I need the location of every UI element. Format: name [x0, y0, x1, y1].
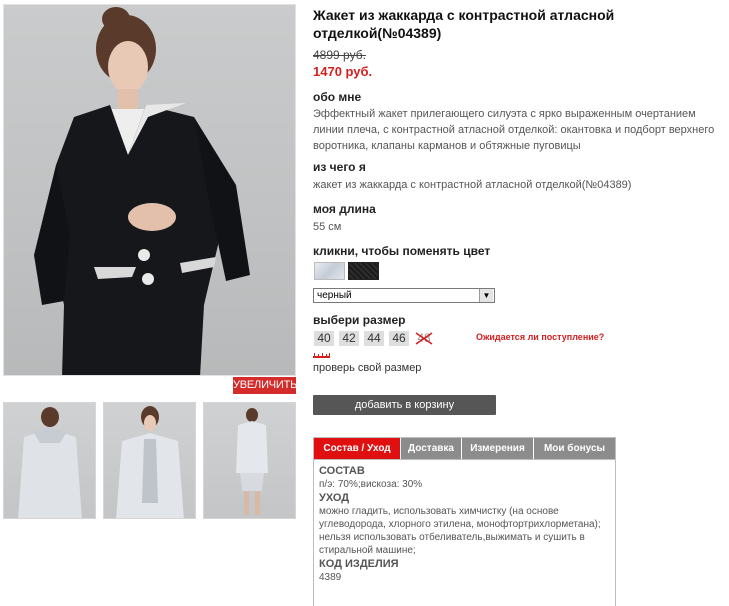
code-heading: КОД ИЗДЕЛИЯ — [319, 558, 399, 570]
thumbnail-back-view[interactable] — [3, 402, 96, 519]
tab-measurements[interactable]: Измерения — [462, 438, 534, 459]
about-text: Эффектный жакет прилегающего силуэта с я… — [313, 108, 715, 152]
color-select-value: черный — [317, 290, 352, 301]
length-heading: моя длина — [313, 202, 376, 216]
old-price: 4899 руб. — [313, 48, 366, 62]
ruler-icon — [313, 353, 330, 358]
size-option-48-unavailable: 48 — [414, 331, 434, 346]
color-swatch-silver[interactable] — [314, 262, 345, 280]
tab-composition-care[interactable]: Состав / Уход — [314, 438, 401, 459]
zoom-button[interactable]: УВЕЛИЧИТЬ — [233, 377, 297, 394]
code-value: 4389 — [319, 572, 342, 583]
add-to-cart-button[interactable]: добавить в корзину — [313, 395, 496, 415]
tab-bar: Состав / Уход Доставка Измерения Мои бон… — [314, 438, 615, 460]
size-option-46[interactable]: 46 — [389, 331, 409, 346]
thumbnail-full-length[interactable] — [203, 402, 296, 519]
tab-content: СОСТАВ п/э: 70%;вискоза: 30% УХОД можно … — [314, 460, 615, 588]
about-heading: обо мне — [313, 90, 362, 104]
length-text: 55 см — [313, 221, 342, 233]
color-swatch-black[interactable] — [348, 262, 379, 280]
size-heading: выбери размер — [313, 313, 406, 327]
material-text: жакет из жаккарда с контрастной атласной… — [313, 179, 632, 191]
color-select[interactable]: черный ▼ — [313, 288, 495, 303]
new-price: 1470 руб. — [313, 64, 373, 79]
material-heading: из чего я — [313, 160, 366, 174]
unavailable-cross-icon — [415, 332, 433, 345]
care-text: можно гладить, использовать химчистку (н… — [319, 506, 601, 556]
tab-delivery[interactable]: Доставка — [401, 438, 462, 459]
main-product-photo[interactable] — [3, 4, 296, 376]
care-heading: УХОД — [319, 492, 350, 504]
thumbnail-front-white[interactable] — [103, 402, 196, 519]
composition-heading: СОСТАВ — [319, 465, 365, 477]
size-check-link[interactable]: проверь свой размер — [313, 362, 421, 374]
chevron-down-icon[interactable]: ▼ — [479, 289, 493, 302]
composition-text: п/э: 70%;вискоза: 30% — [319, 479, 423, 490]
restock-inquiry-link[interactable]: Ожидается ли поступление? — [476, 332, 604, 342]
color-heading: кликни, чтобы поменять цвет — [313, 244, 491, 258]
size-option-42[interactable]: 42 — [339, 331, 359, 346]
size-option-40[interactable]: 40 — [314, 331, 334, 346]
tab-bonuses[interactable]: Мои бонусы — [534, 438, 615, 459]
size-option-44[interactable]: 44 — [364, 331, 384, 346]
product-title: Жакет из жаккарда с контрастной атласной… — [313, 7, 615, 41]
product-info-tabs: Состав / Уход Доставка Измерения Мои бон… — [313, 437, 616, 606]
